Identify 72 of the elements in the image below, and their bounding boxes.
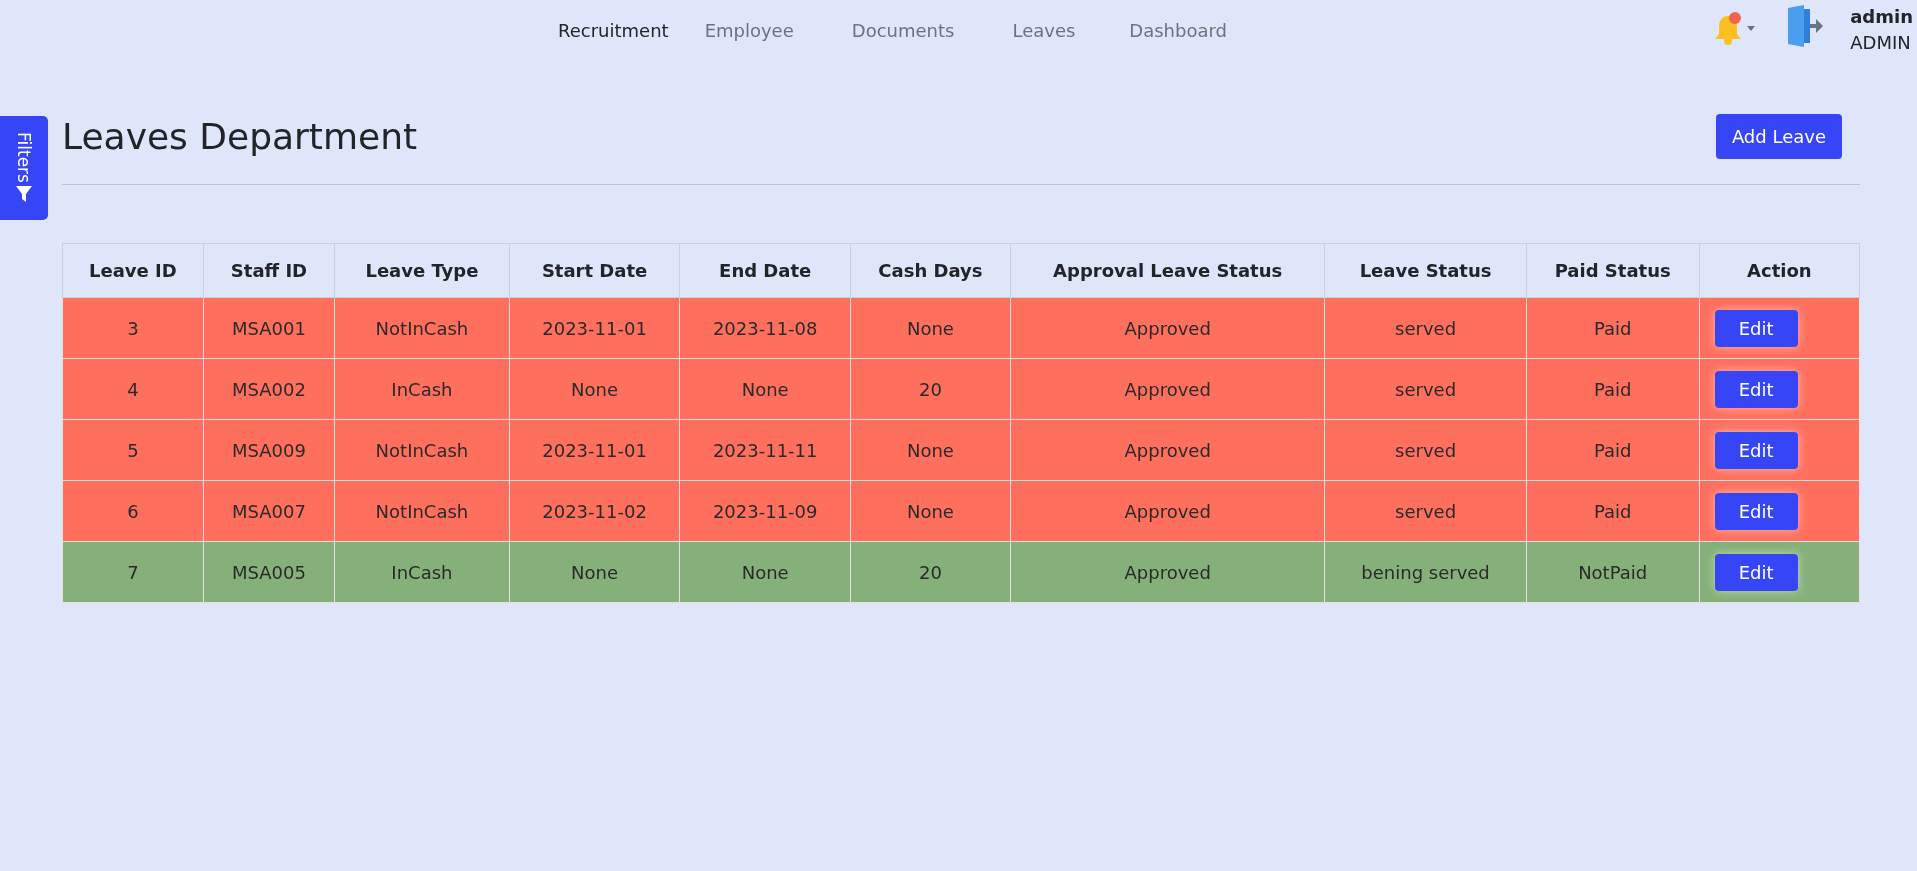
filters-tab[interactable]: Filters bbox=[0, 116, 48, 220]
table-cell: 2023-11-01 bbox=[509, 419, 680, 481]
column-header: Paid Status bbox=[1526, 243, 1700, 298]
table-cell: 7 bbox=[62, 541, 204, 603]
column-header: Cash Days bbox=[850, 243, 1011, 298]
table-cell: 6 bbox=[62, 480, 204, 542]
table-cell: Approved bbox=[1010, 480, 1325, 542]
table-cell: 3 bbox=[62, 297, 204, 359]
edit-button[interactable]: Edit bbox=[1714, 370, 1798, 408]
table-cell: NotInCash bbox=[334, 297, 510, 359]
column-header: Staff ID bbox=[203, 243, 335, 298]
column-header: Action bbox=[1699, 243, 1860, 298]
table-cell: None bbox=[509, 358, 680, 420]
table-cell: None bbox=[679, 541, 851, 603]
table-cell: Paid bbox=[1526, 358, 1700, 420]
table-cell: 2023-11-02 bbox=[509, 480, 680, 542]
edit-button[interactable]: Edit bbox=[1714, 553, 1798, 591]
table-cell: served bbox=[1325, 419, 1527, 481]
table-cell: 2023-11-08 bbox=[679, 297, 851, 359]
table-cell: 4 bbox=[62, 358, 204, 420]
table-cell: 20 bbox=[850, 541, 1011, 603]
nav-link[interactable]: Dashboard bbox=[1129, 19, 1227, 41]
table-cell: served bbox=[1325, 358, 1527, 420]
edit-button[interactable]: Edit bbox=[1714, 431, 1798, 469]
table-cell: 20 bbox=[850, 358, 1011, 420]
table-cell: InCash bbox=[334, 358, 510, 420]
edit-button[interactable]: Edit bbox=[1714, 309, 1798, 347]
table-cell: served bbox=[1325, 297, 1527, 359]
table-cell: Approved bbox=[1010, 297, 1325, 359]
table-cell: Approved bbox=[1010, 419, 1325, 481]
table-cell: Approved bbox=[1010, 358, 1325, 420]
table-cell: MSA002 bbox=[203, 358, 335, 420]
table-cell: bening served bbox=[1325, 541, 1527, 603]
table-cell: InCash bbox=[334, 541, 510, 603]
table-cell: Paid bbox=[1526, 480, 1700, 542]
table-cell: None bbox=[850, 419, 1011, 481]
nav-link[interactable]: Documents bbox=[851, 19, 955, 41]
table-cell: 5 bbox=[62, 419, 204, 481]
table-cell: 2023-11-09 bbox=[679, 480, 851, 542]
table-cell: None bbox=[850, 480, 1011, 542]
add-leave-button[interactable]: Add Leave bbox=[1715, 113, 1842, 159]
column-header: Leave ID bbox=[62, 243, 204, 298]
table-cell: Paid bbox=[1526, 297, 1700, 359]
column-header: Approval Leave Status bbox=[1010, 243, 1325, 298]
user-role: ADMIN bbox=[1850, 31, 1912, 55]
table-cell: None bbox=[509, 541, 680, 603]
notification-button[interactable] bbox=[1712, 10, 1757, 46]
nav-link[interactable]: Recruitment bbox=[558, 19, 669, 41]
table-cell: 2023-11-11 bbox=[679, 419, 851, 481]
table-cell: NotInCash bbox=[334, 480, 510, 542]
edit-button[interactable]: Edit bbox=[1714, 492, 1798, 530]
table-cell: MSA005 bbox=[203, 541, 335, 603]
column-header: Leave Status bbox=[1325, 243, 1527, 298]
page-title: Leaves Department bbox=[62, 115, 418, 157]
table-cell: Approved bbox=[1010, 541, 1325, 603]
column-header: Start Date bbox=[509, 243, 680, 298]
nav-link[interactable]: Leaves bbox=[1012, 19, 1076, 41]
table-cell: NotPaid bbox=[1526, 541, 1700, 603]
table-cell: None bbox=[679, 358, 851, 420]
filter-icon bbox=[15, 184, 33, 205]
table-cell: NotInCash bbox=[334, 419, 510, 481]
column-header: End Date bbox=[679, 243, 851, 298]
table-cell: MSA007 bbox=[203, 480, 335, 542]
table-cell: 2023-11-01 bbox=[509, 297, 680, 359]
table-cell: None bbox=[850, 297, 1011, 359]
nav-link[interactable]: Employee bbox=[704, 19, 794, 41]
column-header: Leave Type bbox=[334, 243, 510, 298]
table-cell: served bbox=[1325, 480, 1527, 542]
table-cell: MSA001 bbox=[203, 297, 335, 359]
user-name: admin bbox=[1850, 5, 1913, 29]
table-cell: Paid bbox=[1526, 419, 1700, 481]
table-cell: MSA009 bbox=[203, 419, 335, 481]
